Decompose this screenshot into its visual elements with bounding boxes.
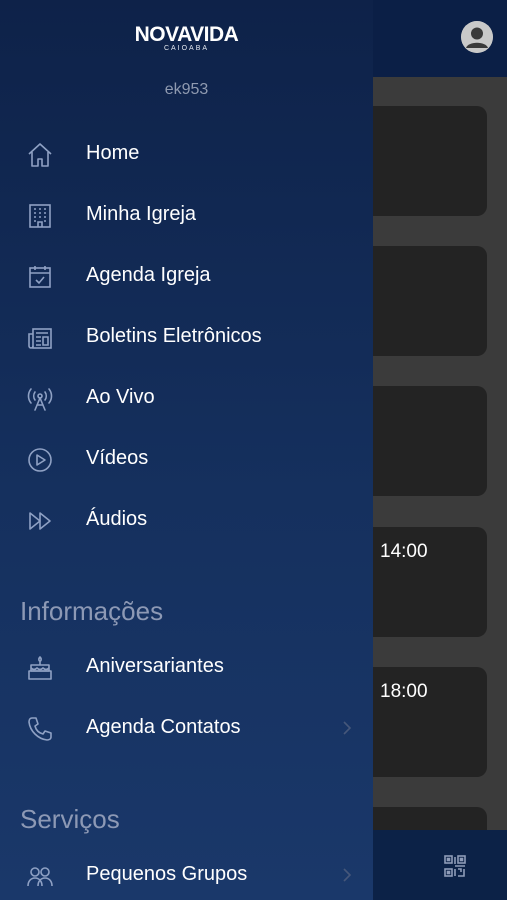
menu-item-label: Pequenos Grupos (86, 863, 248, 885)
play-circle-icon (26, 446, 54, 474)
menu-item-pequenos-grupos[interactable]: Pequenos Grupos (0, 850, 373, 900)
event-card[interactable]: 14:00 (355, 527, 487, 637)
logo-subtitle: CAIOABA (163, 45, 210, 52)
navigation-drawer: NOVAVIDA CAIOABA ek953 Home Minha Igreja… (0, 0, 373, 900)
event-card[interactable] (355, 386, 487, 496)
chevron-right-icon (340, 864, 354, 886)
qr-code-icon[interactable] (444, 855, 466, 877)
menu-item-label: Ao Vivo (86, 386, 155, 408)
home-icon (26, 141, 54, 169)
menu-item-videos[interactable]: Vídeos (0, 434, 373, 484)
group-icon (26, 862, 54, 890)
event-card[interactable] (355, 106, 487, 216)
user-avatar-icon[interactable] (461, 21, 493, 53)
broadcast-antenna-icon (26, 385, 54, 413)
phone-icon (26, 715, 54, 743)
birthday-cake-icon (26, 654, 54, 682)
menu-item-label: Áudios (86, 508, 148, 530)
menu-item-label: Agenda Contatos (86, 716, 241, 738)
church-logo: NOVAVIDA CAIOABA (0, 23, 373, 53)
menu-item-agenda-contatos[interactable]: Agenda Contatos (0, 703, 373, 753)
event-card[interactable] (355, 246, 487, 356)
menu-item-label: Minha Igreja (86, 203, 197, 225)
section-title-servicos: Serviços (20, 804, 120, 834)
menu-item-label: Vídeos (86, 447, 149, 469)
menu-item-agenda-igreja[interactable]: Agenda Igreja (0, 251, 373, 301)
section-title-informacoes: Informações (20, 596, 164, 626)
building-icon (26, 202, 54, 230)
event-time: 14:00 (380, 541, 428, 562)
menu-item-home[interactable]: Home (0, 129, 373, 179)
menu-item-label: Home (86, 142, 140, 164)
menu-item-audios[interactable]: Áudios (0, 495, 373, 545)
event-time: 18:00 (380, 681, 428, 702)
menu-item-label: Aniversariantes (86, 655, 224, 677)
event-card[interactable]: 18:00 (355, 667, 487, 777)
menu-item-minha-igreja[interactable]: Minha Igreja (0, 190, 373, 240)
menu-item-aniversariantes[interactable]: Aniversariantes (0, 642, 373, 692)
newspaper-icon (26, 324, 54, 352)
fast-forward-icon (26, 507, 54, 535)
menu-item-ao-vivo[interactable]: Ao Vivo (0, 373, 373, 423)
logo-title: NOVAVIDA (134, 23, 239, 46)
calendar-check-icon (26, 263, 54, 291)
menu-item-boletins[interactable]: Boletins Eletrônicos (0, 312, 373, 362)
menu-item-label: Agenda Igreja (86, 264, 211, 286)
chevron-right-icon (340, 717, 354, 739)
menu-item-label: Boletins Eletrônicos (86, 325, 262, 347)
username-label: ek953 (164, 81, 209, 98)
